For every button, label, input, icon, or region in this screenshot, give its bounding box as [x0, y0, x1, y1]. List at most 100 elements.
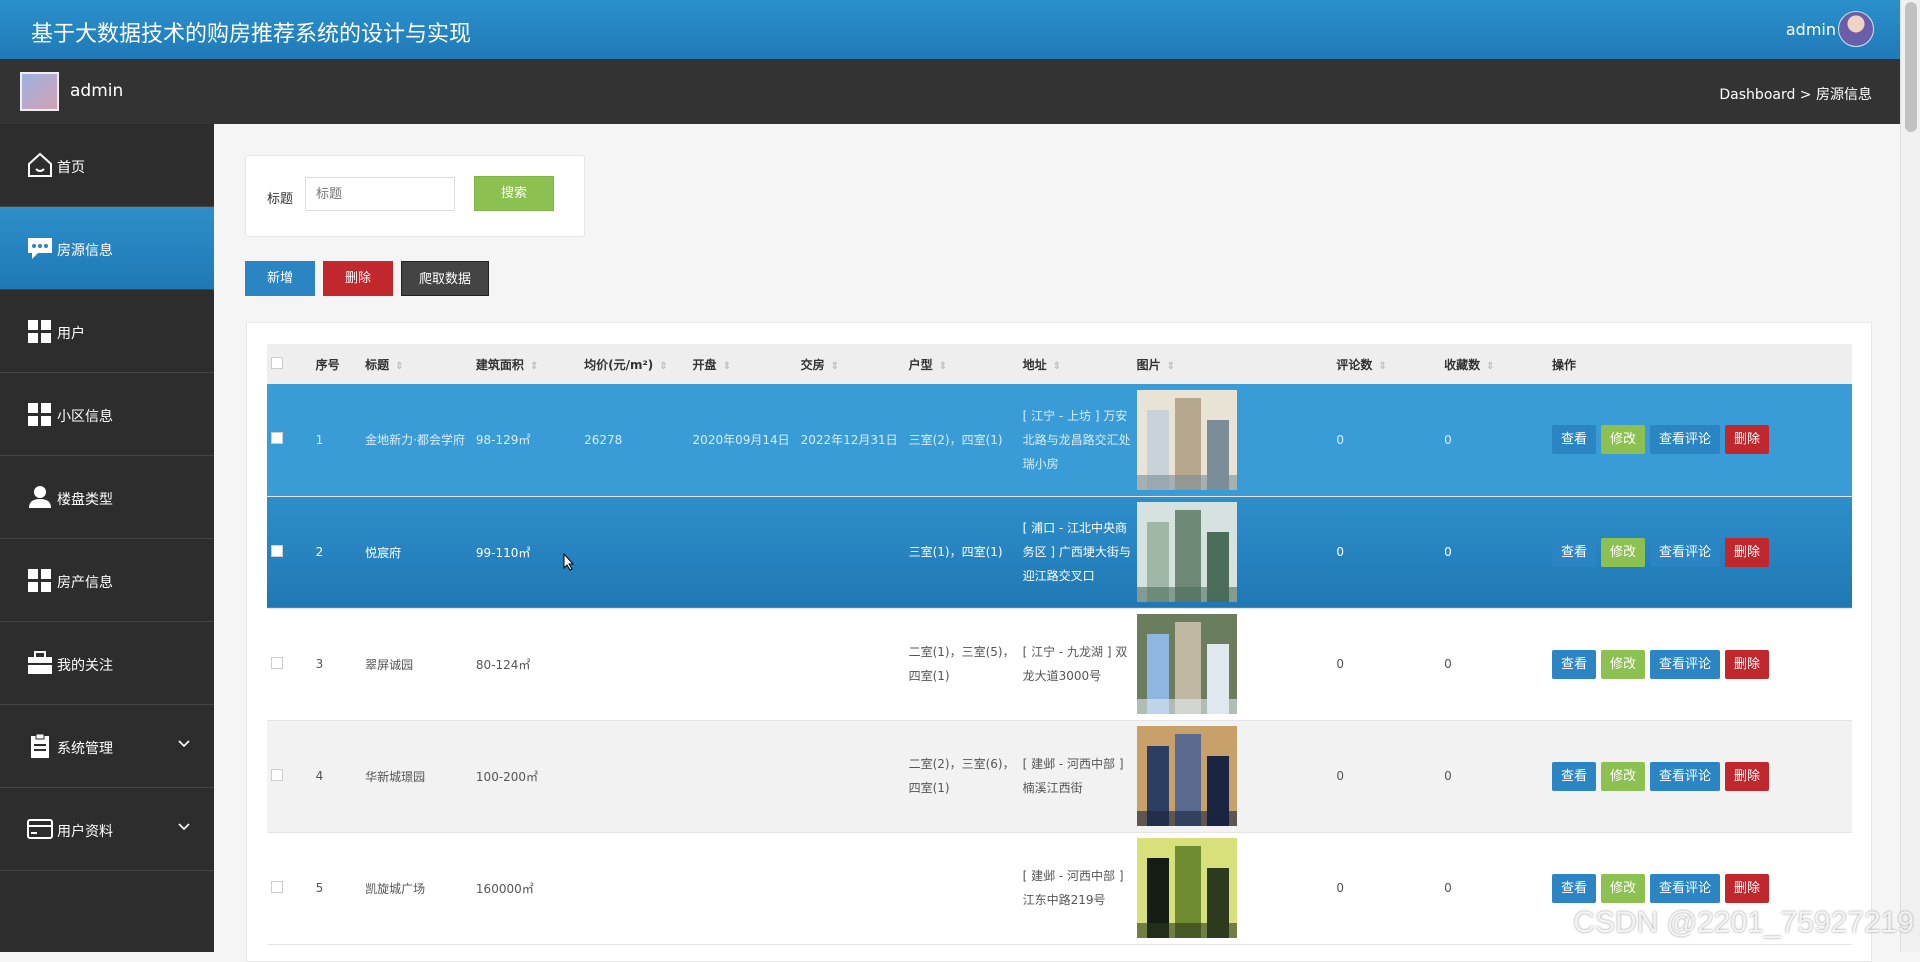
view-comments-button[interactable]: 查看评论: [1650, 538, 1720, 567]
delete-button[interactable]: 删除: [1725, 874, 1769, 903]
watermark: CSDN @2201_75927219: [1573, 906, 1914, 940]
chevron-down-icon: [176, 818, 192, 834]
sidebar-item-community[interactable]: 小区信息: [0, 373, 214, 456]
listing-photo[interactable]: [1137, 502, 1237, 602]
home-icon: [26, 151, 54, 179]
scrollbar-thumb[interactable]: [1905, 2, 1917, 132]
sidebar-item-system[interactable]: 系统管理: [0, 705, 214, 788]
table-row[interactable]: 4华新城璟园100-200㎡二室(2)，三室(6)，四室(1)[ 建邺 - 河西…: [267, 720, 1852, 832]
view-button[interactable]: 查看: [1552, 650, 1596, 679]
cell-area: 99-110㎡: [472, 496, 580, 608]
col-header[interactable]: 收藏数⇕: [1440, 344, 1548, 384]
cell-picture: [1133, 832, 1333, 944]
table-row[interactable]: 1金地新力·都会学府98-129㎡262782020年09月14日2022年12…: [267, 384, 1852, 496]
sidebar-item-label: 我的关注: [57, 655, 113, 675]
col-header[interactable]: 户型⇕: [905, 344, 1019, 384]
col-header[interactable]: 交房⇕: [797, 344, 905, 384]
sort-icon: ⇕: [939, 361, 947, 372]
view-comments-button[interactable]: 查看评论: [1650, 650, 1720, 679]
row-checkbox[interactable]: [271, 657, 283, 669]
view-comments-button[interactable]: 查看评论: [1650, 874, 1720, 903]
cell-comments: 0: [1332, 384, 1440, 496]
view-comments-button[interactable]: 查看评论: [1650, 762, 1720, 791]
sort-icon: ⇕: [395, 361, 403, 372]
cell-favorites: 0: [1440, 832, 1548, 944]
row-checkbox[interactable]: [271, 432, 283, 444]
sidebar-item-label: 系统管理: [57, 738, 113, 758]
col-header[interactable]: 地址⇕: [1019, 344, 1133, 384]
sidebar-item-home[interactable]: 首页: [0, 124, 214, 207]
edit-button[interactable]: 修改: [1601, 762, 1645, 791]
listing-photo[interactable]: [1137, 838, 1237, 938]
sidebar-item-building-type[interactable]: 楼盘类型: [0, 456, 214, 539]
sort-icon: ⇕: [1486, 361, 1494, 372]
cell-no: 1: [312, 384, 362, 496]
search-panel: 标题 搜索: [245, 155, 585, 237]
edit-button[interactable]: 修改: [1601, 650, 1645, 679]
view-button[interactable]: 查看: [1552, 425, 1596, 454]
top-header: 基于大数据技术的购房推荐系统的设计与实现 admin: [0, 0, 1900, 59]
crawl-data-button[interactable]: 爬取数据: [401, 261, 489, 296]
add-button[interactable]: 新增: [245, 261, 315, 296]
cell-favorites: 0: [1440, 720, 1548, 832]
sidebar-item-my-follow[interactable]: 我的关注: [0, 622, 214, 705]
cell-deliver-date: 2022年12月31日: [797, 384, 905, 496]
edit-button[interactable]: 修改: [1601, 425, 1645, 454]
delete-button[interactable]: 删除: [1725, 650, 1769, 679]
cell-no: 5: [312, 832, 362, 944]
cell-picture: [1133, 384, 1333, 496]
delete-button[interactable]: 删除: [1725, 538, 1769, 567]
sidebar-item-listings[interactable]: 房源信息: [0, 207, 214, 290]
select-all-checkbox[interactable]: [271, 357, 283, 369]
cell-address: [ 江宁 - 九龙湖 ] 双龙大道3000号: [1019, 608, 1133, 720]
edit-button[interactable]: 修改: [1601, 874, 1645, 903]
cell-operations: 查看修改查看评论删除: [1548, 608, 1852, 720]
col-header[interactable]: 图片⇕: [1133, 344, 1333, 384]
col-header[interactable]: 标题⇕: [361, 344, 472, 384]
sidebar-item-label: 用户资料: [57, 821, 113, 841]
sidebar-item-property[interactable]: 房产信息: [0, 539, 214, 622]
cell-favorites: 0: [1440, 384, 1548, 496]
batch-delete-button[interactable]: 删除: [323, 261, 393, 296]
sidebar-item-label: 小区信息: [57, 406, 113, 426]
search-label: 标题: [267, 188, 293, 207]
table-panel: 序号 标题⇕ 建筑面积⇕ 均价(元/m²)⇕ 开盘⇕ 交房⇕ 户型⇕ 地址⇕ 图…: [246, 322, 1872, 962]
cell-operations: 查看修改查看评论删除: [1548, 384, 1852, 496]
sidebar-item-label: 首页: [57, 157, 85, 177]
cell-area: 98-129㎡: [472, 384, 580, 496]
top-avatar[interactable]: [1838, 11, 1874, 47]
col-header[interactable]: 开盘⇕: [689, 344, 797, 384]
edit-button[interactable]: 修改: [1601, 538, 1645, 567]
col-header[interactable]: 均价(元/m²)⇕: [580, 344, 688, 384]
delete-button[interactable]: 删除: [1725, 762, 1769, 791]
sidebar-item-users[interactable]: 用户: [0, 290, 214, 373]
sidebar: 首页 房源信息 用户 小区信息 楼盘类型 房产信息 我的关注 系统管理 用户资料: [0, 124, 214, 952]
listing-photo[interactable]: [1137, 726, 1237, 826]
cell-title: 翠屏诚园: [361, 608, 472, 720]
col-header[interactable]: 评论数⇕: [1332, 344, 1440, 384]
title-search-input[interactable]: [305, 177, 455, 211]
view-comments-button[interactable]: 查看评论: [1650, 425, 1720, 454]
search-button[interactable]: 搜索: [474, 176, 554, 211]
listing-photo[interactable]: [1137, 614, 1237, 714]
row-checkbox[interactable]: [271, 881, 283, 893]
cell-open-date: [689, 832, 797, 944]
table-row[interactable]: 3翠屏诚园80-124㎡二室(1)，三室(5)，四室(1)[ 江宁 - 九龙湖 …: [267, 608, 1852, 720]
col-header[interactable]: 建筑面积⇕: [472, 344, 580, 384]
view-button[interactable]: 查看: [1552, 874, 1596, 903]
sidebar-item-profile[interactable]: 用户资料: [0, 788, 214, 871]
sort-icon: ⇕: [1167, 361, 1175, 372]
row-checkbox[interactable]: [271, 769, 283, 781]
top-username[interactable]: admin: [1786, 20, 1836, 39]
row-checkbox[interactable]: [271, 545, 283, 557]
listing-photo[interactable]: [1137, 390, 1237, 490]
vertical-scrollbar[interactable]: [1900, 0, 1920, 952]
view-button[interactable]: 查看: [1552, 538, 1596, 567]
delete-button[interactable]: 删除: [1725, 425, 1769, 454]
table-row[interactable]: 2悦宸府99-110㎡三室(1)，四室(1)[ 浦口 - 江北中央商务区 ] 广…: [267, 496, 1852, 608]
view-button[interactable]: 查看: [1552, 762, 1596, 791]
user-icon: [26, 483, 54, 511]
cell-deliver-date: [797, 496, 905, 608]
table-header-row: 序号 标题⇕ 建筑面积⇕ 均价(元/m²)⇕ 开盘⇕ 交房⇕ 户型⇕ 地址⇕ 图…: [267, 344, 1852, 384]
cell-no: 2: [312, 496, 362, 608]
